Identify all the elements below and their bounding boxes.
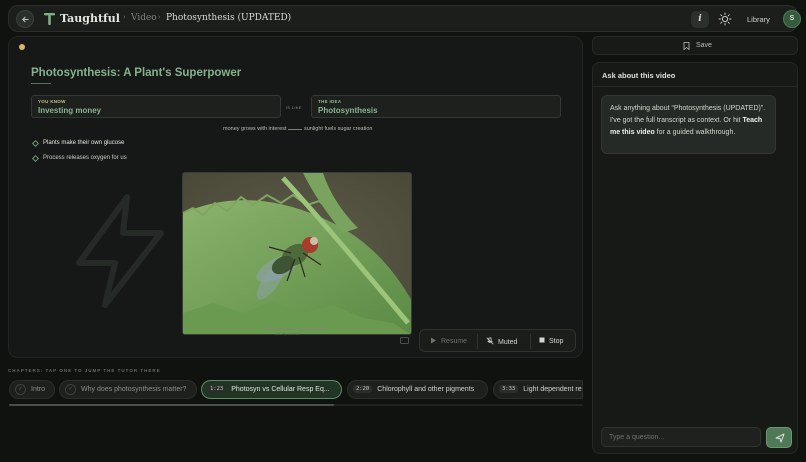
known-label: YOU KNOW: [38, 99, 66, 104]
chapter-timestamp: 2:20: [353, 385, 373, 393]
mapping-source: money grows with interest: [223, 126, 287, 132]
analogy-connector: IS LIKE: [286, 105, 302, 110]
bullet-item: Plants make their own glucose: [31, 139, 124, 147]
mapping-target: sunlight fuels sugar creation: [304, 126, 373, 132]
status-dot: [19, 44, 25, 50]
breadcrumb-separator: ›: [123, 14, 126, 21]
assistant-message: Ask anything about “Photosynthesis (UPDA…: [601, 95, 776, 154]
check-icon: ✓: [15, 384, 26, 395]
breadcrumb-title: Photosynthesis (UPDATED): [166, 13, 292, 23]
info-button[interactable]: i: [691, 11, 709, 28]
chat-title: Ask about this video: [602, 71, 676, 80]
top-bar: Taughtful › Video › Photosynthesis (UPDA…: [8, 5, 801, 32]
mic-off-icon: [486, 337, 494, 345]
chapter-timestamp: 1:23: [207, 385, 227, 393]
brand-name[interactable]: Taughtful: [60, 12, 120, 25]
check-icon: ✓: [65, 384, 76, 395]
idea-label: THE IDEA: [318, 99, 342, 104]
lesson-image: [182, 172, 412, 335]
chapter-chip-why-matter[interactable]: ✓ Why does photosynthesis matter?: [59, 380, 197, 399]
lesson-panel: Photosynthesis: A Plant's Superpower YOU…: [8, 36, 583, 358]
breadcrumb-video[interactable]: Video: [131, 13, 157, 23]
sun-icon[interactable]: [718, 12, 732, 26]
send-icon: [775, 433, 785, 443]
fly-on-leaf-image: [183, 173, 411, 334]
bullet-item: Process releases oxygen for us: [31, 154, 127, 162]
stop-button[interactable]: Stop: [539, 337, 563, 345]
chapters-scrollbar-thumb[interactable]: [9, 404, 334, 406]
chapter-timestamp: 3:33: [499, 385, 519, 393]
bookmark-icon: [683, 42, 690, 50]
muted-button[interactable]: Muted: [486, 337, 517, 346]
save-button[interactable]: Save: [592, 36, 798, 55]
divider: [530, 334, 531, 349]
stop-icon: [539, 337, 545, 343]
question-input[interactable]: [601, 427, 761, 447]
send-button[interactable]: [766, 427, 792, 448]
playback-controls: Resume Muted Stop: [419, 329, 576, 352]
title-underline: [31, 83, 51, 84]
arrow-left-icon: [21, 16, 29, 23]
image-credit: some fly credit text: [275, 332, 301, 336]
chapter-chip-light-dependent[interactable]: 3:33 Light dependent re: [493, 380, 583, 399]
chapter-chip-chlorophyll[interactable]: 2:20 Chlorophyll and other pigments: [347, 380, 488, 399]
mapping-arrow: [288, 129, 302, 130]
t-logo-icon: [44, 13, 55, 25]
divider: [477, 334, 478, 349]
breadcrumb-separator: ›: [158, 14, 161, 21]
play-icon: [431, 337, 436, 344]
avatar[interactable]: S: [783, 10, 801, 28]
library-link[interactable]: Library: [747, 15, 770, 24]
analogy-idea-box: THE IDEA Photosynthesis: [311, 95, 561, 118]
chapter-chip-intro[interactable]: ✓ Intro: [9, 380, 55, 399]
known-value: Investing money: [38, 106, 102, 115]
back-button[interactable]: [16, 10, 34, 28]
image-caption: Chlorophyll puts money their coin: [266, 326, 326, 331]
diamond-bullet-icon: [31, 139, 40, 147]
divider: [593, 86, 797, 87]
captions-icon[interactable]: [400, 337, 409, 344]
diamond-bullet-icon: [31, 154, 40, 162]
resume-button[interactable]: Resume: [430, 337, 467, 345]
lesson-title: Photosynthesis: A Plant's Superpower: [31, 67, 242, 79]
idea-value: Photosynthesis: [318, 106, 378, 115]
lightning-bolt-icon: [76, 194, 164, 308]
analogy-known-box: YOU KNOW Investing money: [31, 95, 281, 118]
chapters-label: CHAPTERS: TAP ONE TO JUMP THE TUTOR THER…: [8, 368, 161, 373]
chapter-chip-active[interactable]: 1:23 Photosyn vs Cellular Resp Eq...: [201, 380, 342, 399]
chat-panel: Ask about this video Ask anything about …: [592, 62, 798, 454]
